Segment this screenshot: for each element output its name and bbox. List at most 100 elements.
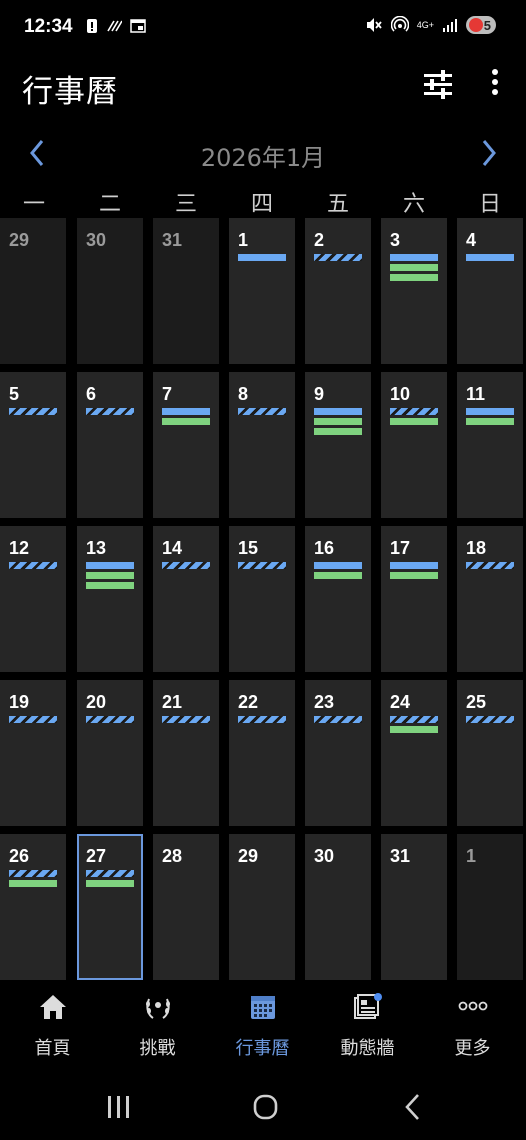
event-indicators: [86, 408, 134, 418]
calendar-day[interactable]: 25: [457, 680, 523, 826]
nav-item-calendar[interactable]: 行事曆: [210, 984, 315, 1068]
event-indicators: [314, 716, 362, 726]
event-indicators: [86, 562, 134, 592]
event-indicators: [390, 254, 438, 284]
event-indicators: [86, 716, 134, 726]
month-label[interactable]: 2026年1月: [0, 138, 526, 173]
calendar-day[interactable]: 1: [229, 218, 295, 364]
day-number: 24: [390, 692, 411, 712]
calendar-day[interactable]: 23: [305, 680, 371, 826]
calendar-day[interactable]: 29: [0, 218, 66, 364]
calendar-day[interactable]: 7: [153, 372, 219, 518]
event-indicators: [314, 254, 362, 264]
nav-item-home[interactable]: 首頁: [0, 984, 105, 1068]
day-number: 8: [238, 384, 249, 404]
calendar-day[interactable]: 12: [0, 526, 66, 672]
day-number: 6: [86, 384, 97, 404]
calendar-day[interactable]: 13: [77, 526, 143, 672]
stripes-icon: [107, 20, 122, 32]
home-button-icon[interactable]: [245, 1090, 285, 1124]
day-number: 16: [314, 538, 335, 558]
calendar-day[interactable]: 26: [0, 834, 66, 980]
event-bar-blue: [466, 254, 514, 261]
day-number: 18: [466, 538, 487, 558]
event-indicators: [9, 870, 57, 890]
day-number: 5: [9, 384, 20, 404]
calendar-day[interactable]: 4: [457, 218, 523, 364]
event-bar-striped: [390, 408, 438, 415]
calendar-day[interactable]: 24: [381, 680, 447, 826]
alert-icon: [87, 19, 97, 33]
home-icon: [40, 995, 66, 1019]
day-number: 3: [390, 230, 401, 250]
event-bar-green: [9, 880, 57, 887]
day-number: 10: [390, 384, 411, 404]
calendar-day[interactable]: 29: [229, 834, 295, 980]
event-indicators: [466, 254, 514, 264]
filter-sliders-icon[interactable]: [420, 66, 456, 102]
status-bar: 12:34 4G+ 5: [0, 0, 526, 56]
day-number: 1: [238, 230, 249, 250]
calendar-day[interactable]: 3: [381, 218, 447, 364]
calendar-day[interactable]: 9: [305, 372, 371, 518]
calendar-day[interactable]: 10: [381, 372, 447, 518]
calendar-day[interactable]: 14: [153, 526, 219, 672]
calendar-day[interactable]: 15: [229, 526, 295, 672]
event-bar-blue: [314, 562, 362, 569]
calendar-day[interactable]: 30: [305, 834, 371, 980]
battery-icon: 5: [466, 16, 496, 34]
nav-label: 動態牆: [340, 1038, 395, 1059]
event-bar-green: [390, 418, 438, 425]
chevron-right-icon[interactable]: [474, 136, 506, 170]
event-bar-green: [466, 418, 514, 425]
calendar-day[interactable]: 5: [0, 372, 66, 518]
calendar-day[interactable]: 16: [305, 526, 371, 672]
event-bar-striped: [162, 716, 210, 723]
calendar-day[interactable]: 2: [305, 218, 371, 364]
nav-item-more[interactable]: 更多: [420, 984, 525, 1068]
bottom-nav: 首頁 挑戰 行事曆 動態牆 更多: [0, 984, 526, 1068]
event-bar-striped: [314, 716, 362, 723]
day-number: 25: [466, 692, 487, 712]
calendar-day[interactable]: 20: [77, 680, 143, 826]
nav-item-newsfeed[interactable]: 動態牆: [315, 984, 420, 1068]
calendar-day[interactable]: 11: [457, 372, 523, 518]
nav-item-challenges[interactable]: 挑戰: [105, 984, 210, 1068]
event-indicators: [390, 716, 438, 736]
calendar-day-selected[interactable]: 27: [77, 834, 143, 980]
calendar-day[interactable]: 18: [457, 526, 523, 672]
calendar-day[interactable]: 17: [381, 526, 447, 672]
calendar-day[interactable]: 21: [153, 680, 219, 826]
day-number: 4: [466, 230, 477, 250]
event-bar-green: [314, 572, 362, 579]
calendar-day[interactable]: 1: [457, 834, 523, 980]
day-number: 15: [238, 538, 259, 558]
event-bar-green: [390, 264, 438, 271]
event-indicators: [466, 562, 514, 572]
calendar-day[interactable]: 31: [153, 218, 219, 364]
back-icon[interactable]: [394, 1090, 434, 1124]
calendar-day[interactable]: 30: [77, 218, 143, 364]
event-bar-striped: [314, 254, 362, 261]
event-bar-striped: [86, 870, 134, 877]
calendar-day[interactable]: 6: [77, 372, 143, 518]
recent-apps-icon[interactable]: [98, 1090, 138, 1124]
month-navigator: 2026年1月: [0, 130, 526, 178]
day-number: 17: [390, 538, 411, 558]
calendar-day[interactable]: 19: [0, 680, 66, 826]
calendar-day[interactable]: 22: [229, 680, 295, 826]
calendar-day[interactable]: 31: [381, 834, 447, 980]
event-bar-blue: [390, 562, 438, 569]
calendar-day[interactable]: 8: [229, 372, 295, 518]
more-vert-icon[interactable]: [480, 66, 510, 102]
weekday-label: 三: [174, 192, 197, 217]
calendar-day[interactable]: 28: [153, 834, 219, 980]
day-number: 9: [314, 384, 325, 404]
event-indicators: [238, 408, 286, 418]
event-indicators: [238, 716, 286, 726]
day-number: 28: [162, 846, 183, 866]
event-indicators: [314, 408, 362, 438]
day-number: 12: [9, 538, 30, 558]
weekday-label: 一: [22, 192, 45, 217]
event-indicators: [238, 562, 286, 572]
